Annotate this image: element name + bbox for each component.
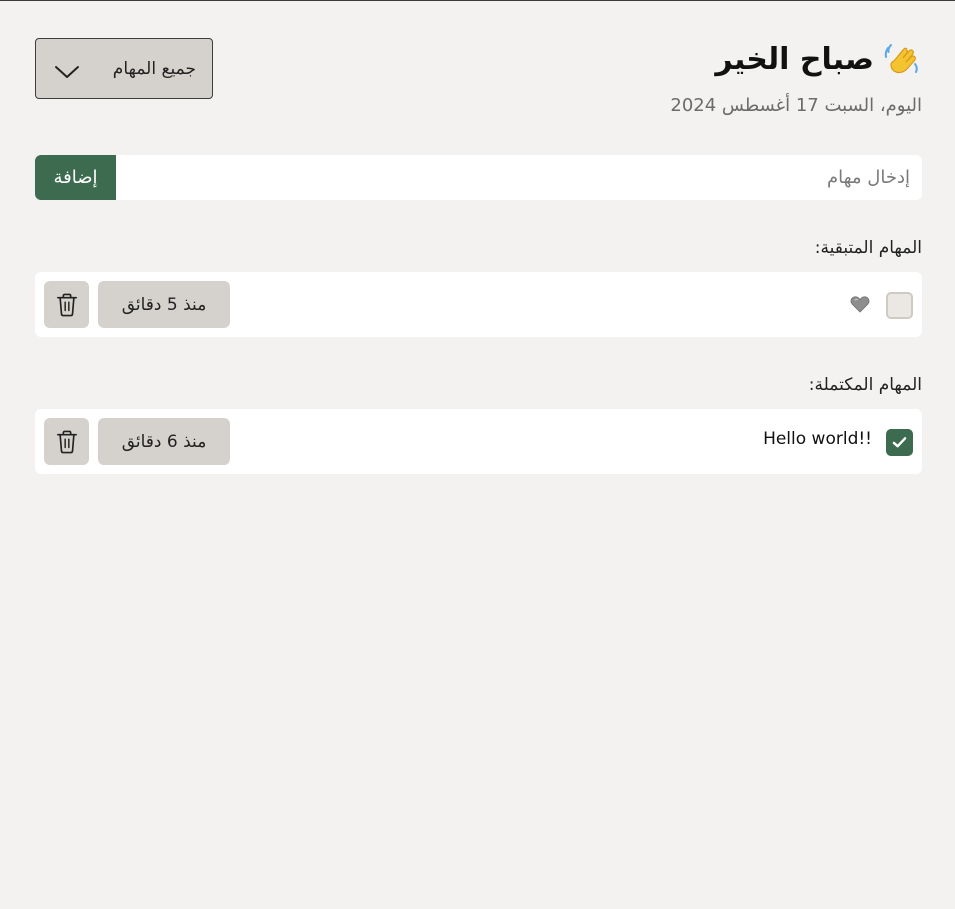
todo-app: صباح الخير اليوم، السبت 17 أغسطس 2024 جم… <box>35 1 922 909</box>
greeting-title: صباح الخير <box>715 41 874 77</box>
task-checkbox[interactable] <box>886 292 913 319</box>
pending-task-item: منذ 5 دقائق <box>35 272 922 337</box>
trash-icon <box>56 430 77 453</box>
task-text: Hello world!! <box>763 429 872 449</box>
task-timestamp[interactable]: منذ 5 دقائق <box>98 281 230 328</box>
waving-hand-icon <box>882 39 922 79</box>
filter-dropdown[interactable]: جميع المهام <box>35 38 213 99</box>
heart-icon <box>850 295 870 313</box>
chevron-down-icon <box>54 64 80 80</box>
add-task-button[interactable]: إضافة <box>35 155 116 200</box>
greeting-header: صباح الخير <box>715 39 922 79</box>
trash-icon <box>56 293 77 316</box>
delete-task-button[interactable] <box>44 418 89 465</box>
task-timestamp[interactable]: منذ 6 دقائق <box>98 418 230 465</box>
add-task-form: إضافة <box>35 155 922 200</box>
delete-task-button[interactable] <box>44 281 89 328</box>
task-checkbox-checked[interactable] <box>886 429 913 456</box>
filter-selected-value: جميع المهام <box>112 58 196 79</box>
completed-task-item: منذ 6 دقائق Hello world!! <box>35 409 922 474</box>
task-input[interactable] <box>116 155 922 200</box>
checkmark-icon <box>892 437 907 448</box>
completed-section-label: المهام المكتملة: <box>808 375 922 395</box>
pending-section-label: المهام المتبقية: <box>814 238 922 258</box>
date-subtitle: اليوم، السبت 17 أغسطس 2024 <box>670 95 922 116</box>
